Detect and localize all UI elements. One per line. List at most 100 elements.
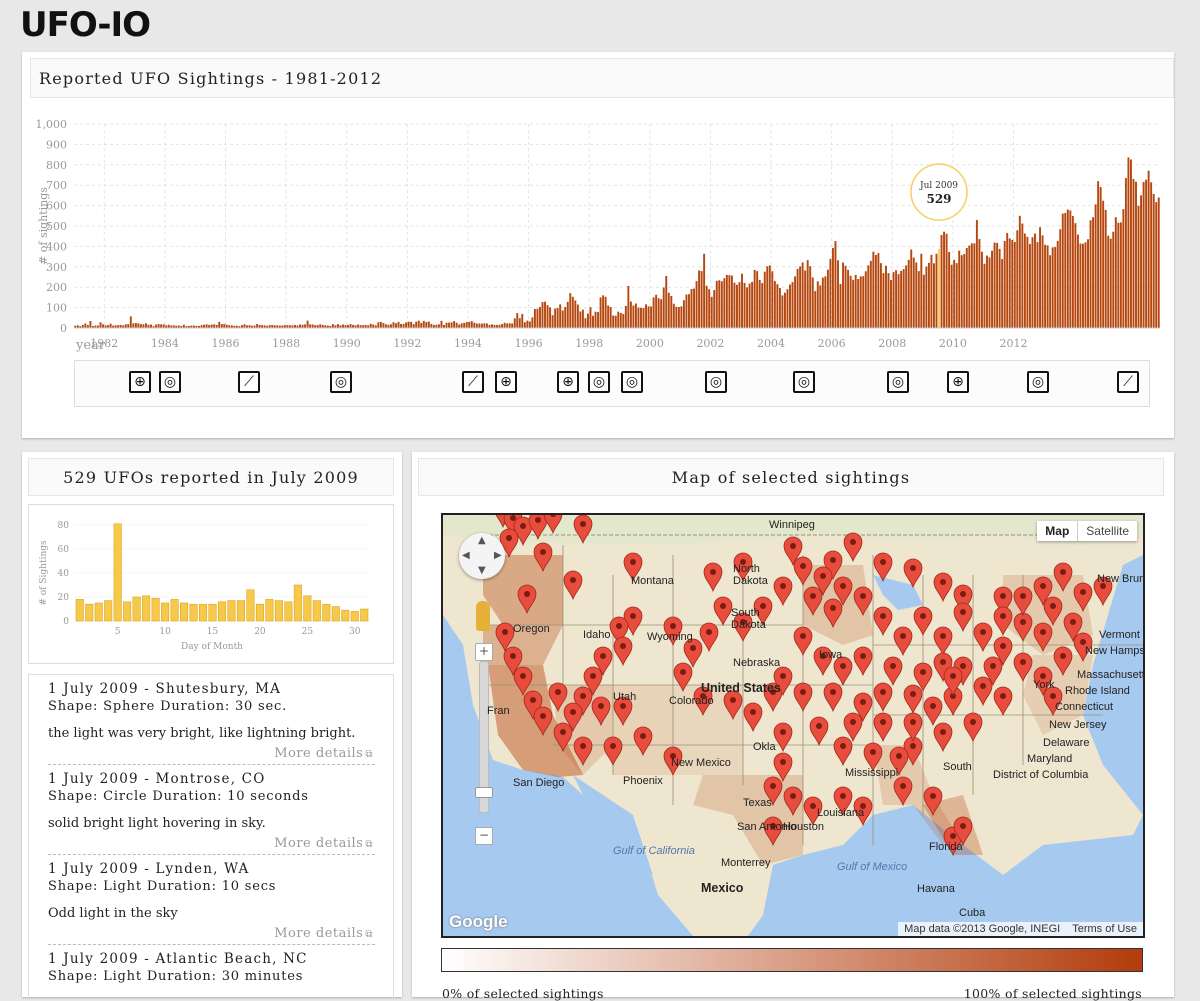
duration-label: Duration:	[146, 879, 217, 894]
telescope-icon[interactable]: ⟋	[1117, 371, 1139, 393]
day-bar	[75, 599, 84, 622]
terms-of-use-link[interactable]: Terms of Use	[1072, 923, 1137, 935]
pan-up-icon[interactable]: ▲	[478, 535, 486, 546]
timeline-bar	[890, 280, 892, 328]
shape-label: Shape:	[48, 879, 99, 894]
timeline-bar	[607, 305, 610, 328]
day-of-month-chart[interactable]: 0 20 40 60 80 5 10 15 20 25 30 Day of Month # of Sig…	[29, 505, 393, 663]
zoom-slider-thumb[interactable]	[475, 787, 493, 798]
timeline-bar	[892, 272, 895, 328]
timeline-bar	[160, 324, 163, 328]
map-canvas[interactable]	[443, 515, 1143, 936]
marker-dot	[750, 709, 756, 715]
film-icon[interactable]: ◎	[621, 371, 643, 393]
timeline-bar	[910, 249, 913, 328]
x-tick-label: 2002	[696, 337, 724, 350]
marker-dot	[1040, 583, 1046, 589]
timeline-bar	[210, 324, 213, 328]
film-icon[interactable]: ◎	[793, 371, 815, 393]
telescope-icon[interactable]: ⟋	[238, 371, 260, 393]
more-details-link[interactable]: More details ⧉	[274, 746, 373, 761]
timeline-bar	[566, 301, 569, 328]
marker-dot	[900, 633, 906, 639]
timeline-bar	[980, 251, 983, 328]
marker-dot	[720, 603, 726, 609]
timeline-bar	[960, 255, 963, 328]
sighting-shape: Shape: Sphere Duration: 30 sec.	[48, 698, 375, 715]
zoom-out-button[interactable]: −	[475, 827, 493, 845]
marker-dot	[1000, 593, 1006, 599]
timeline-bar	[677, 306, 680, 328]
timeline-bar	[1099, 187, 1102, 328]
timeline-bar	[581, 309, 584, 328]
timeline-bar	[627, 285, 630, 328]
x-tick-label: 2000	[636, 337, 664, 350]
timeline-bar	[741, 273, 743, 328]
map-label-texas: Texas	[743, 797, 772, 809]
pan-left-icon[interactable]: ◀	[462, 550, 470, 561]
timeline-bar	[523, 322, 526, 328]
sightings-map[interactable]: Map Satellite ▲ ▼ ◀ ▶ + − Google Map dat…	[441, 513, 1145, 938]
film-icon[interactable]: ◎	[705, 371, 727, 393]
day-x-tick-label: 20	[254, 627, 266, 637]
more-details-link[interactable]: More details ⧉	[274, 926, 373, 941]
timeline-bar	[528, 321, 531, 328]
film-icon[interactable]: ◎	[887, 371, 909, 393]
marker-dot	[800, 563, 806, 569]
street-view-pegman-icon[interactable]	[476, 601, 490, 631]
marker-dot	[860, 593, 866, 599]
timeline-bar	[546, 305, 549, 328]
tooltip-label: Jul 2009	[919, 181, 958, 191]
timeline-bar	[720, 281, 723, 328]
marker-dot	[555, 689, 561, 695]
more-details-link[interactable]: More details ⧉	[274, 836, 373, 851]
sightings-list[interactable]: 1 July 2009 - Shutesbury, MA Shape: Spher…	[28, 674, 394, 998]
satellite-type-button[interactable]: Satellite	[1077, 521, 1137, 541]
film-icon[interactable]: ◎	[588, 371, 610, 393]
timeline-bar	[877, 253, 880, 328]
timeline-bar	[801, 262, 804, 328]
timeline-bar	[150, 324, 152, 328]
timeline-chart[interactable]: 01002003004005006007008009001,0001982 198…	[22, 102, 1174, 360]
zoom-in-button[interactable]: +	[475, 643, 493, 661]
marker-dot	[610, 743, 616, 749]
map-type-button[interactable]: Map	[1037, 521, 1077, 541]
day-bar	[189, 603, 198, 622]
timeline-bar	[89, 321, 92, 328]
pan-control[interactable]: ▲ ▼ ◀ ▶	[459, 533, 505, 579]
film-icon[interactable]: ◎	[330, 371, 352, 393]
timeline-bar	[730, 275, 733, 328]
timeline-bar	[657, 298, 660, 328]
pan-down-icon[interactable]: ▼	[478, 565, 486, 576]
telescope-icon[interactable]: ⟋	[462, 371, 484, 393]
logo[interactable]: UFO-IO	[20, 4, 151, 46]
marker-dot	[510, 515, 516, 521]
film-icon[interactable]: ◎	[1027, 371, 1049, 393]
globe-icon[interactable]: ⊕	[129, 371, 151, 393]
film-icon[interactable]: ◎	[159, 371, 181, 393]
timeline-bar	[1013, 241, 1016, 328]
legend-min-label: 0% of selected sightings	[442, 986, 604, 1001]
timeline-bar	[839, 283, 842, 328]
timeline-bar	[397, 321, 400, 328]
timeline-bar	[455, 322, 458, 328]
timeline-bar	[829, 258, 832, 328]
marker-dot	[1040, 629, 1046, 635]
map-label-oregon: Oregon	[513, 623, 550, 635]
duration-label: Duration:	[152, 789, 223, 804]
timeline-bar	[1031, 237, 1034, 328]
globe-icon[interactable]: ⊕	[495, 371, 517, 393]
timeline-bar	[629, 301, 632, 328]
marker-dot	[960, 609, 966, 615]
shape-label: Shape:	[48, 789, 99, 804]
pan-right-icon[interactable]: ▶	[494, 550, 502, 561]
map-label-new-jersey: New Jersey	[1049, 719, 1107, 731]
timeline-bar	[680, 306, 683, 328]
timeline-bar	[99, 322, 102, 328]
timeline-bar	[1132, 179, 1135, 328]
globe-icon[interactable]: ⊕	[557, 371, 579, 393]
globe-icon[interactable]: ⊕	[947, 371, 969, 393]
timeline-bar	[554, 308, 557, 328]
marker-dot	[506, 535, 512, 541]
timeline-bar	[556, 308, 559, 328]
